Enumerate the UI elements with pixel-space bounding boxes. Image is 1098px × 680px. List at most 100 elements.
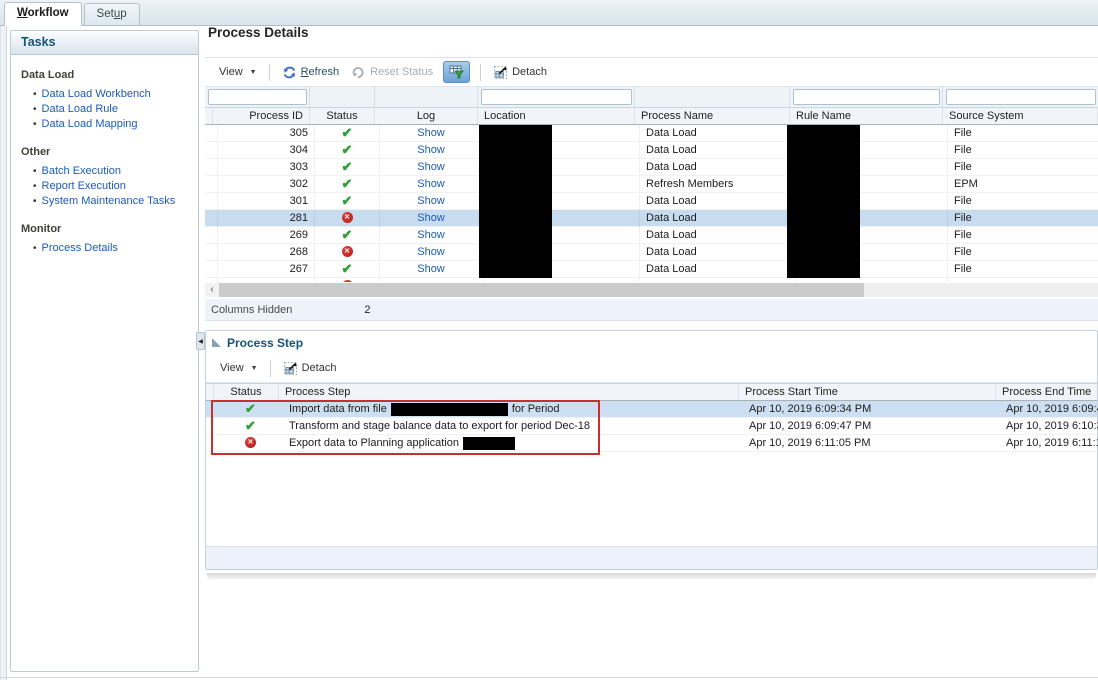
step-table-row[interactable]: ✔ Import data from filefor Period Apr 10… bbox=[206, 401, 1097, 418]
step-column-header-process-start-time[interactable]: Process Start Time bbox=[739, 384, 996, 400]
sidebar-item-system-maintenance-tasks[interactable]: •System Maintenance Tasks bbox=[21, 194, 192, 209]
toolbar-separator bbox=[269, 64, 270, 81]
table-row[interactable]: 305 ✔ Show Data Load File bbox=[205, 125, 1098, 142]
view-menu-button[interactable]: View▼ bbox=[213, 66, 263, 78]
sidebar-item-report-execution[interactable]: •Report Execution bbox=[21, 179, 192, 194]
redaction-location-column bbox=[479, 125, 552, 278]
step-start-time-cell: Apr 10, 2019 6:11:05 PM bbox=[743, 435, 1000, 452]
show-log-link[interactable]: Show bbox=[417, 212, 445, 224]
column-header-location[interactable]: Location bbox=[478, 108, 635, 124]
sidebar-link-batch-execution[interactable]: Batch Execution bbox=[42, 164, 122, 178]
refresh-button[interactable]: Refresh bbox=[276, 65, 346, 80]
panel-splitter-handle[interactable]: ◀ bbox=[196, 332, 205, 350]
table-row[interactable]: 269 ✔ Show Data Load File bbox=[205, 227, 1098, 244]
tab-workflow[interactable]: Workflow bbox=[4, 2, 82, 26]
log-cell bbox=[380, 278, 483, 283]
column-header-status[interactable]: Status bbox=[310, 108, 375, 124]
table-row[interactable]: 301 ✔ Show Data Load File bbox=[205, 193, 1098, 210]
process-name-cell: Data Load bbox=[640, 142, 795, 159]
sidebar-item-batch-execution[interactable]: • Batch Execution bbox=[21, 164, 192, 179]
step-table-row[interactable]: ✕ Export data to Planning application Ap… bbox=[206, 435, 1097, 452]
table-row[interactable]: 268 ✕ Show Data Load File bbox=[205, 244, 1098, 261]
success-check-icon: ✔ bbox=[342, 125, 353, 140]
source-system-cell: File bbox=[948, 244, 1098, 261]
step-column-header-process-step[interactable]: Process Step bbox=[279, 384, 739, 400]
filter-rule-name-input[interactable] bbox=[793, 89, 940, 105]
process-details-screen: WorkflowSetup Tasks Data Load•Data Load … bbox=[0, 0, 1098, 680]
status-cell: ✔ bbox=[315, 159, 380, 176]
table-row[interactable]: 267 ✔ Show Data Load File bbox=[205, 261, 1098, 278]
sidebar-item-process-details[interactable]: •Process Details bbox=[21, 241, 192, 256]
step-table-row[interactable]: ✔ Transform and stage balance data to ex… bbox=[206, 418, 1097, 435]
sidebar-item-data-load-rule[interactable]: •Data Load Rule bbox=[21, 102, 192, 117]
horizontal-scrollbar[interactable]: ‹ bbox=[205, 283, 1098, 297]
filter-source-system-input[interactable] bbox=[946, 89, 1096, 105]
table-row[interactable]: 304 ✔ Show Data Load File bbox=[205, 142, 1098, 159]
table-row[interactable]: 281 ✕ Show Data Load File bbox=[205, 210, 1098, 227]
reset-status-button[interactable]: Reset Status bbox=[345, 65, 439, 80]
row-gutter-cell bbox=[205, 125, 218, 142]
filter-location-input[interactable] bbox=[481, 89, 632, 105]
step-detach-button[interactable]: Detach bbox=[277, 361, 343, 376]
show-log-link[interactable]: Show bbox=[417, 195, 445, 207]
success-check-icon: ✔ bbox=[342, 176, 353, 191]
show-log-link[interactable]: Show bbox=[417, 144, 445, 156]
sidebar-link-process-details[interactable]: Process Details bbox=[42, 241, 118, 255]
status-cell: ✔ bbox=[315, 227, 380, 244]
show-log-link[interactable]: Show bbox=[417, 246, 445, 258]
column-header-source-system[interactable]: Source System bbox=[943, 108, 1098, 124]
process-id-cell bbox=[218, 278, 315, 283]
bullet-icon: • bbox=[33, 118, 37, 132]
column-header-process-name[interactable]: Process Name bbox=[635, 108, 790, 124]
step-start-time-cell: Apr 10, 2019 6:09:34 PM bbox=[743, 401, 1000, 418]
step-column-header-row: StatusProcess StepProcess Start TimeProc… bbox=[206, 383, 1097, 401]
table-row[interactable]: 302 ✔ Show Refresh Members EPM bbox=[205, 176, 1098, 193]
sidebar-item-data-load-mapping[interactable]: • Data Load Mapping bbox=[21, 117, 192, 132]
tab-setup[interactable]: Setup bbox=[84, 3, 140, 25]
show-log-link[interactable]: Show bbox=[417, 178, 445, 190]
sidebar-link-system-maintenance-tasks[interactable]: System Maintenance Tasks bbox=[42, 194, 176, 208]
status-cell: ✕ bbox=[315, 244, 380, 261]
query-by-example-toggle-button[interactable] bbox=[443, 61, 470, 83]
show-log-link[interactable]: Show bbox=[417, 161, 445, 173]
scroll-left-arrow-icon[interactable]: ‹ bbox=[205, 283, 219, 297]
step-end-time-cell: Apr 10, 2019 6:09:47 PM bbox=[1000, 401, 1098, 418]
column-header-log[interactable]: Log bbox=[375, 108, 478, 124]
bullet-icon: • bbox=[33, 165, 37, 179]
step-view-menu-button[interactable]: View▼ bbox=[214, 362, 264, 374]
process-details-table-panel: View▼ Refresh bbox=[205, 57, 1098, 320]
detach-button[interactable]: Detach bbox=[487, 65, 553, 80]
table-row[interactable]: ✕ bbox=[205, 278, 1098, 282]
sidebar-item-data-load-workbench[interactable]: •Data Load Workbench bbox=[21, 87, 192, 102]
error-x-icon: ✕ bbox=[342, 280, 353, 282]
log-cell: Show bbox=[380, 261, 483, 278]
row-gutter-cell bbox=[205, 193, 218, 210]
step-column-header-status[interactable]: Status bbox=[214, 384, 279, 400]
status-cell: ✔ bbox=[315, 261, 380, 278]
show-log-link[interactable]: Show bbox=[417, 127, 445, 139]
source-system-cell: File bbox=[948, 193, 1098, 210]
column-header-process-id[interactable]: Process ID bbox=[213, 108, 310, 124]
sidebar-link-data-load-mapping[interactable]: Data Load Mapping bbox=[42, 117, 138, 131]
scrollbar-thumb[interactable] bbox=[219, 283, 864, 297]
error-x-icon: ✕ bbox=[245, 437, 256, 448]
gutter-header bbox=[205, 108, 213, 124]
show-log-link[interactable]: Show bbox=[417, 229, 445, 241]
process-name-cell: Data Load bbox=[640, 227, 795, 244]
step-column-header-process-end-time[interactable]: Process End Time bbox=[996, 384, 1098, 400]
source-system-cell: File bbox=[948, 227, 1098, 244]
filter-process-id-input[interactable] bbox=[208, 89, 307, 105]
process-step-header[interactable]: Process Step bbox=[206, 331, 1097, 354]
top-tab-bar: WorkflowSetup bbox=[0, 0, 1098, 26]
row-gutter-cell bbox=[206, 418, 218, 435]
step-description-cell: Transform and stage balance data to expo… bbox=[283, 418, 743, 435]
column-header-rule-name[interactable]: Rule Name bbox=[790, 108, 943, 124]
sidebar-link-report-execution[interactable]: Report Execution bbox=[42, 179, 126, 193]
left-edge-splitter[interactable] bbox=[0, 26, 7, 680]
show-log-link[interactable]: Show bbox=[417, 263, 445, 275]
table-row[interactable]: 303 ✔ Show Data Load File bbox=[205, 159, 1098, 176]
row-gutter-cell bbox=[205, 159, 218, 176]
sidebar-link-data-load-rule[interactable]: Data Load Rule bbox=[42, 102, 118, 116]
sidebar-link-data-load-workbench[interactable]: Data Load Workbench bbox=[42, 87, 151, 101]
row-gutter-cell bbox=[205, 176, 218, 193]
